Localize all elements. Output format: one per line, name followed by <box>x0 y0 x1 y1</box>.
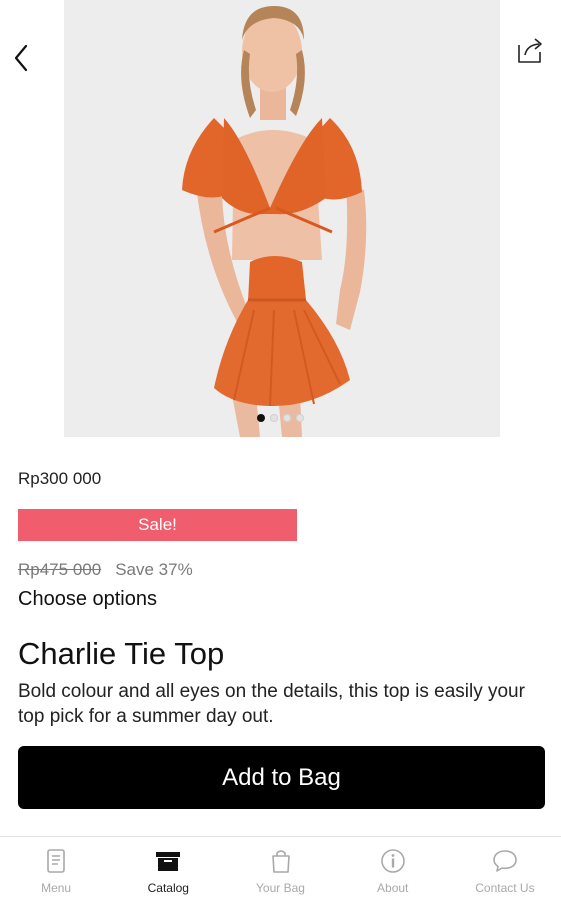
tab-your-bag[interactable]: Your Bag <box>224 837 336 900</box>
savings-text: Save 37% <box>115 560 193 579</box>
tab-about[interactable]: About <box>337 837 449 900</box>
shopping-bag-icon <box>267 847 295 875</box>
carousel-dot[interactable] <box>270 414 278 422</box>
chat-bubble-icon <box>491 847 519 875</box>
carousel-dot[interactable] <box>257 414 265 422</box>
product-detail-screen: Rp300 000 Sale! Rp475 000 Save 37% Choos… <box>0 0 561 900</box>
product-title: Charlie Tie Top <box>18 636 225 671</box>
tab-label: Your Bag <box>256 881 305 895</box>
bottom-tab-bar: Menu Catalog Your Bag About Contact Us <box>0 836 561 900</box>
tab-label: Contact Us <box>475 881 535 895</box>
back-button[interactable] <box>6 42 36 78</box>
product-description: Bold colour and all eyes on the details,… <box>18 681 525 727</box>
menu-book-icon <box>42 847 70 875</box>
tab-contact-us[interactable]: Contact Us <box>449 837 561 900</box>
choose-options-link[interactable]: Choose options <box>18 588 157 611</box>
info-icon <box>379 847 407 875</box>
tab-catalog[interactable]: Catalog <box>112 837 224 900</box>
tab-label: Menu <box>41 881 72 895</box>
tab-label: About <box>377 881 409 895</box>
sale-badge: Sale! <box>18 509 297 541</box>
product-photo-illustration <box>64 0 500 437</box>
carousel-dot[interactable] <box>296 414 304 422</box>
current-price: Rp300 000 <box>18 469 102 488</box>
tab-label: Catalog <box>147 881 189 895</box>
discount-row: Rp475 000 Save 37% <box>18 560 193 580</box>
carousel-dot[interactable] <box>283 414 291 422</box>
original-price: Rp475 000 <box>18 560 102 579</box>
chevron-left-icon <box>12 43 30 78</box>
catalog-box-icon <box>154 847 182 875</box>
product-image[interactable] <box>64 0 500 437</box>
add-to-bag-button[interactable]: Add to Bag <box>18 746 545 809</box>
image-carousel-indicator <box>0 414 561 422</box>
tab-menu[interactable]: Menu <box>0 837 112 900</box>
share-icon <box>515 35 545 70</box>
share-button[interactable] <box>514 36 546 68</box>
